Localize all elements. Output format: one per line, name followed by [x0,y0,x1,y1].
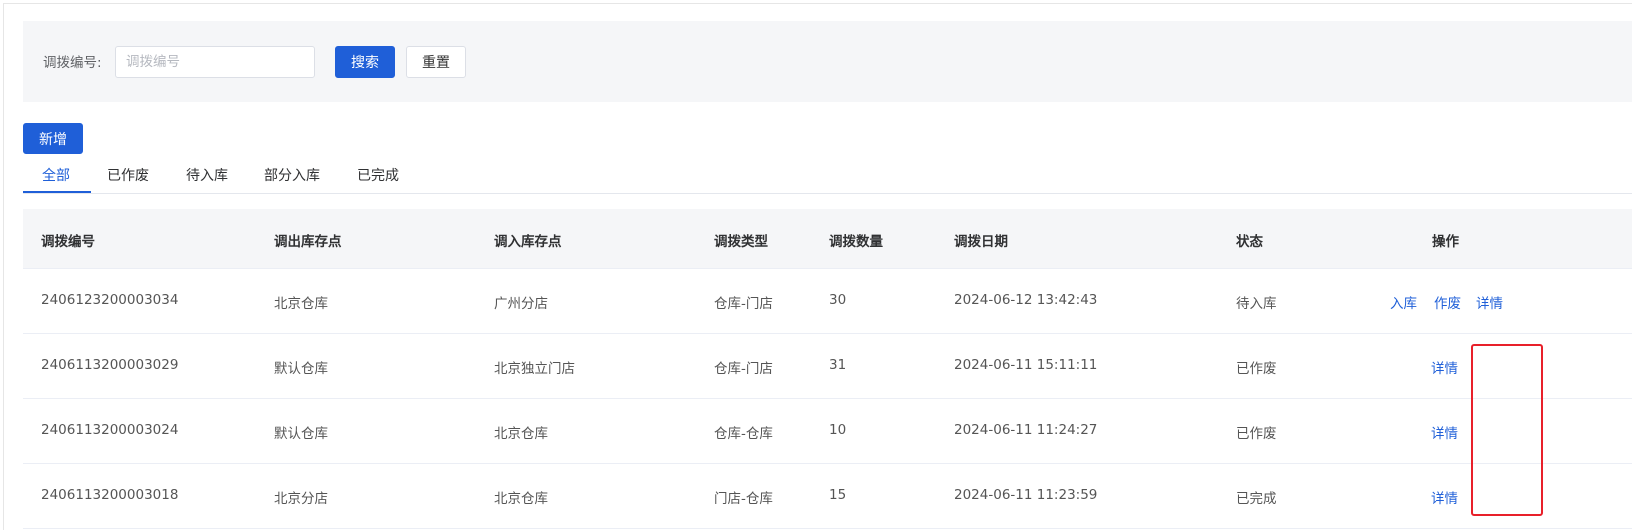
table-row: 2406113200003024 默认仓库 北京仓库 仓库-仓库 10 2024… [23,399,1632,464]
status-text: 已完成 [1236,491,1277,507]
column-header: 调拨数量 [829,234,883,250]
add-button[interactable]: 新增 [23,123,83,154]
table-header: 调拨编号 调出库存点 调入库存点 调拨类型 调拨数量 调拨日期 状态 操作 [23,209,1632,269]
transfer-quantity: 15 [829,487,847,503]
transfer-type: 仓库-门店 [714,361,773,377]
column-header: 操作 [1432,234,1459,250]
transfer-date: 2024-06-11 11:24:27 [954,422,1098,438]
detail-link[interactable]: 详情 [1476,292,1503,312]
column-header: 状态 [1236,234,1263,250]
void-link[interactable]: 作废 [1434,292,1461,312]
target-location: 广州分店 [494,296,548,312]
search-panel: 调拨编号: 搜索 重置 [23,21,1632,102]
tab-voided[interactable]: 已作废 [107,165,149,185]
transfer-date: 2024-06-12 13:42:43 [954,292,1098,308]
table-row: 2406113200003018 北京分店 北京仓库 门店-仓库 15 2024… [23,464,1632,529]
source-location: 默认仓库 [274,426,328,442]
tab-partial-inbound[interactable]: 部分入库 [264,165,320,185]
transfer-date: 2024-06-11 11:23:59 [954,487,1098,503]
tab-all[interactable]: 全部 [42,165,70,185]
table-row: 2406123200003034 北京仓库 广州分店 仓库-门店 30 2024… [23,269,1632,334]
detail-link[interactable]: 详情 [1431,422,1458,442]
tab-pending-inbound[interactable]: 待入库 [186,165,228,185]
column-header: 调拨编号 [41,234,95,250]
tab-completed[interactable]: 已完成 [357,165,399,185]
inbound-link[interactable]: 入库 [1390,292,1417,312]
column-header: 调出库存点 [274,234,342,250]
detail-link[interactable]: 详情 [1431,487,1458,507]
transfer-quantity: 31 [829,357,847,373]
transfer-quantity: 10 [829,422,847,438]
transfer-id: 2406113200003029 [41,357,179,373]
table-row: 2406113200003029 默认仓库 北京独立门店 仓库-门店 31 20… [23,334,1632,399]
target-location: 北京仓库 [494,426,548,442]
search-button[interactable]: 搜索 [335,46,395,78]
status-text: 已作废 [1236,361,1277,377]
transfer-type: 门店-仓库 [714,491,773,507]
reset-button[interactable]: 重置 [406,46,466,78]
status-text: 待入库 [1236,296,1277,312]
transfer-table: 调拨编号 调出库存点 调入库存点 调拨类型 调拨数量 调拨日期 状态 操作 24… [23,209,1632,529]
source-location: 默认仓库 [274,361,328,377]
transfer-id: 2406113200003024 [41,422,179,438]
transfer-id: 2406123200003034 [41,292,179,308]
status-tabs: 全部 已作废 待入库 部分入库 已完成 [23,158,1632,194]
page: 调拨编号: 搜索 重置 新增 全部 已作废 待入库 部分入库 已完成 调拨编号 … [0,0,1632,530]
source-location: 北京仓库 [274,296,328,312]
column-header: 调拨日期 [954,234,1008,250]
column-header: 调入库存点 [494,234,562,250]
source-location: 北京分店 [274,491,328,507]
transfer-quantity: 30 [829,292,847,308]
active-tab-indicator [23,191,91,193]
column-header: 调拨类型 [714,234,768,250]
transfer-type: 仓库-门店 [714,296,773,312]
transfer-type: 仓库-仓库 [714,426,773,442]
target-location: 北京独立门店 [494,361,575,377]
status-text: 已作废 [1236,426,1277,442]
search-label: 调拨编号: [43,55,102,71]
detail-link[interactable]: 详情 [1431,357,1458,377]
transfer-number-input[interactable] [115,46,315,78]
target-location: 北京仓库 [494,491,548,507]
transfer-date: 2024-06-11 15:11:11 [954,357,1098,373]
transfer-id: 2406113200003018 [41,487,179,503]
